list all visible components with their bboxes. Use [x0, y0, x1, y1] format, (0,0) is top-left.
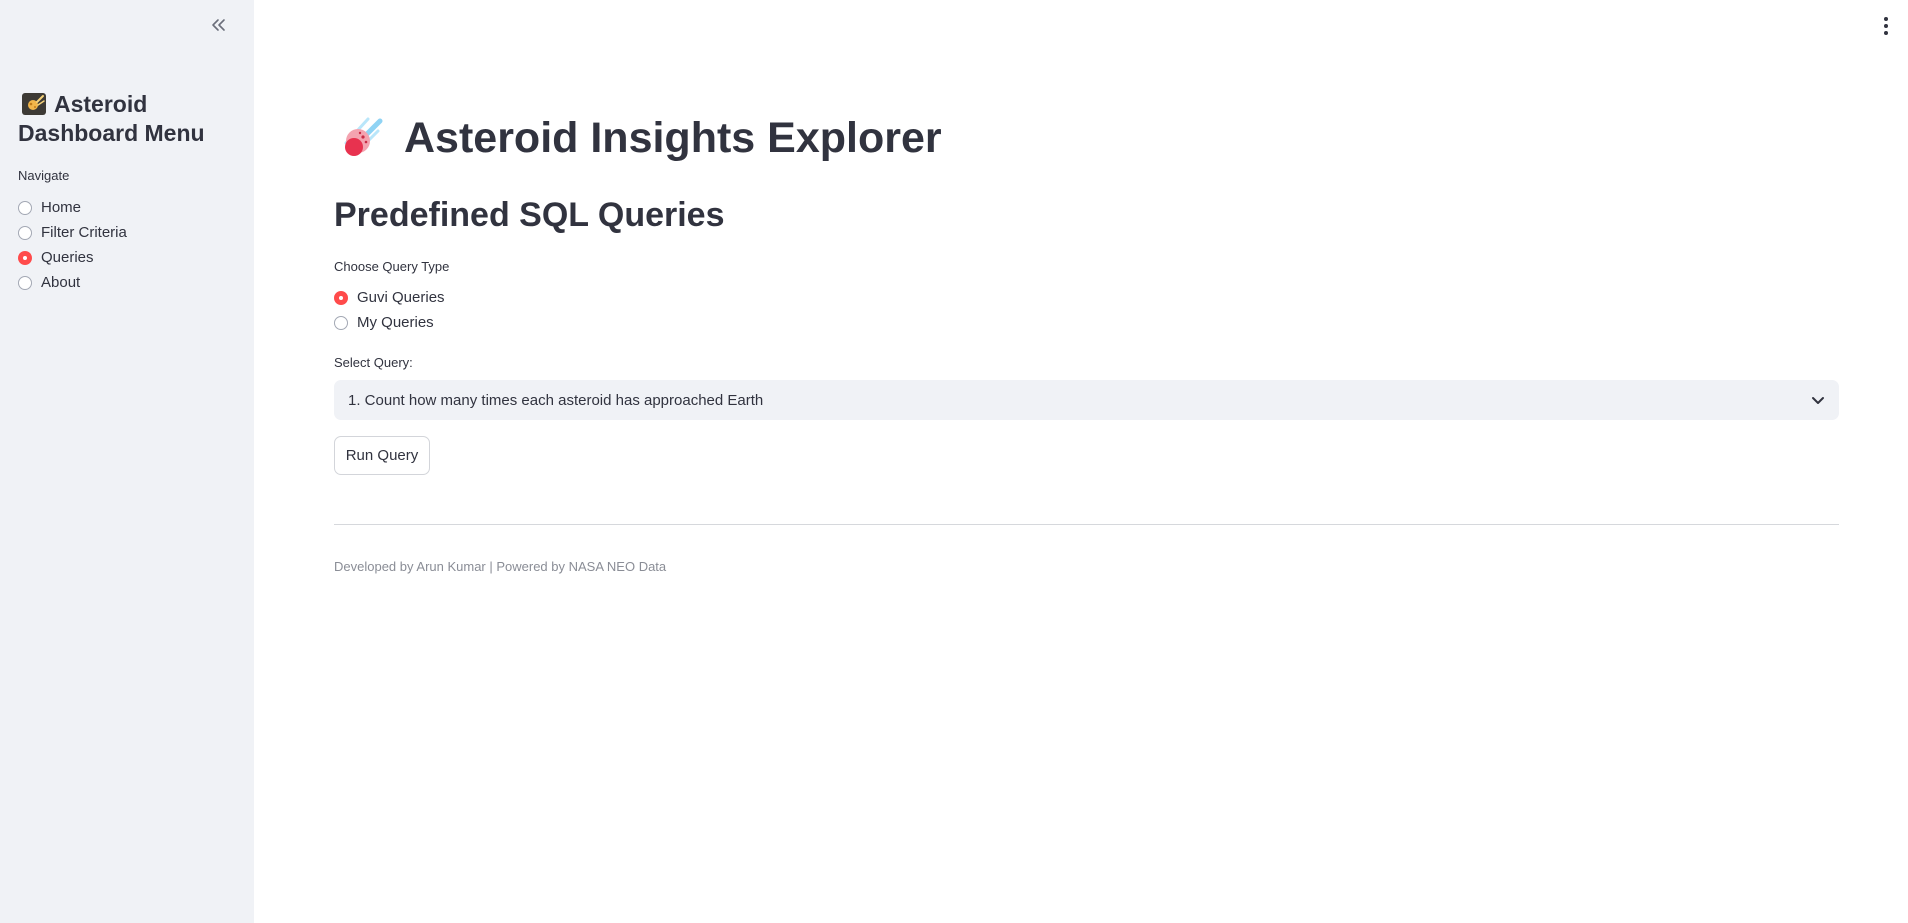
nav-label: Navigate — [18, 168, 70, 183]
chevron-down-icon — [1812, 397, 1824, 404]
comet-icon — [344, 117, 383, 156]
nav-item-label: Queries — [41, 249, 94, 266]
run-query-button[interactable]: Run Query — [334, 436, 430, 475]
query-type-option-label: My Queries — [357, 314, 434, 331]
query-type-label: Choose Query Type — [334, 259, 450, 274]
sidebar-title: Asteroid Dashboard Menu — [18, 90, 238, 148]
radio-button[interactable] — [18, 200, 32, 215]
collapse-sidebar-button[interactable] — [206, 12, 230, 38]
vertical-ellipsis-icon — [1884, 17, 1888, 21]
query-select[interactable]: 1. Count how many times each asteroid ha… — [334, 380, 1839, 420]
divider — [334, 524, 1839, 525]
nav-item-label: Filter Criteria — [41, 224, 127, 241]
sidebar: Asteroid Dashboard Menu Navigate Home Fi… — [0, 0, 254, 923]
app-root: Asteroid Dashboard Menu Navigate Home Fi… — [0, 0, 1908, 923]
comet-emoji-icon — [22, 93, 46, 115]
nav-item-queries[interactable]: Queries — [18, 245, 127, 270]
footer-text: Developed by Arun Kumar | Powered by NAS… — [334, 559, 667, 574]
radio-button[interactable] — [18, 275, 32, 290]
query-select-value: 1. Count how many times each asteroid ha… — [348, 391, 764, 409]
query-type-radio-group: Guvi Queries My Queries — [334, 285, 445, 335]
page-title: Asteroid Insights Explorer — [334, 112, 942, 164]
nav-radio-group: Home Filter Criteria Queries About — [18, 195, 127, 295]
radio-button[interactable] — [334, 315, 348, 330]
section-heading: Predefined SQL Queries — [334, 196, 725, 234]
nav-item-about[interactable]: About — [18, 270, 127, 295]
radio-button[interactable] — [334, 290, 348, 305]
nav-item-home[interactable]: Home — [18, 195, 127, 220]
query-type-option-label: Guvi Queries — [357, 289, 445, 306]
radio-button[interactable] — [18, 225, 32, 240]
query-type-guvi[interactable]: Guvi Queries — [334, 285, 445, 310]
main-menu-button[interactable] — [1880, 14, 1892, 38]
radio-button[interactable] — [18, 250, 32, 265]
query-type-my[interactable]: My Queries — [334, 310, 445, 335]
page-title-text: Asteroid Insights Explorer — [404, 113, 942, 162]
nav-item-label: Home — [41, 199, 82, 216]
nav-item-filter-criteria[interactable]: Filter Criteria — [18, 220, 127, 245]
select-query-label: Select Query: — [334, 355, 413, 370]
double-chevron-left-icon — [212, 19, 225, 31]
nav-item-label: About — [41, 274, 81, 291]
